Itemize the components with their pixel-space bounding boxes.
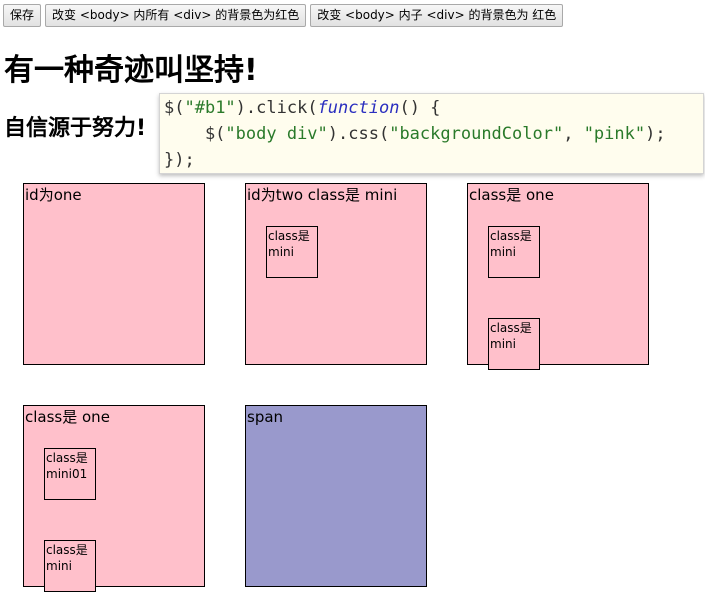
code-token: ).css(: [327, 124, 390, 144]
page-subheading: 自信源于努力!: [4, 116, 147, 141]
code-token: () {: [399, 98, 441, 118]
box-title: span: [247, 408, 284, 426]
save-button[interactable]: 保存: [3, 4, 42, 27]
code-string: "#b1": [184, 98, 236, 118]
box-title: id为two class是 mini: [247, 186, 398, 204]
code-token: $(: [164, 124, 226, 144]
code-keyword: function: [317, 98, 400, 118]
mini-box[interactable]: class是 mini: [488, 226, 540, 278]
div-box-one[interactable]: id为one: [23, 183, 205, 365]
span-box[interactable]: span: [245, 405, 427, 587]
change-child-div-bg-button[interactable]: 改变 <body> 内子 <div> 的背景色为 红色: [310, 4, 564, 27]
mini-box[interactable]: class是 mini01: [44, 448, 96, 500]
mini-box[interactable]: class是 mini: [266, 226, 318, 278]
code-token: );: [645, 124, 666, 144]
toolbar: 保存 改变 <body> 内所有 <div> 的背景色为红色 改变 <body>…: [3, 4, 564, 27]
code-tooltip: $("#b1").click(function() { $("body div"…: [159, 93, 704, 174]
mini-box[interactable]: class是 mini: [488, 318, 540, 370]
box-title: class是 one: [469, 186, 554, 204]
code-token: });: [164, 150, 195, 170]
div-box-two[interactable]: id为two class是 mini class是 mini: [245, 183, 427, 365]
change-all-div-bg-button[interactable]: 改变 <body> 内所有 <div> 的背景色为红色: [45, 4, 307, 27]
code-token: ,: [563, 124, 584, 144]
code-string: "pink": [583, 124, 646, 144]
code-token: $(: [164, 98, 185, 118]
page-heading: 有一种奇迹叫坚持!: [4, 53, 258, 88]
code-string: "body div": [225, 124, 328, 144]
div-box-three[interactable]: class是 one class是 mini class是 mini: [467, 183, 649, 370]
mini-box[interactable]: class是 mini: [44, 540, 96, 592]
box-title: id为one: [25, 186, 82, 204]
box-title: class是 one: [25, 408, 110, 426]
code-token: ).click(: [235, 98, 318, 118]
code-string: "backgroundColor": [389, 124, 564, 144]
div-box-four[interactable]: class是 one class是 mini01 class是 mini: [23, 405, 205, 592]
